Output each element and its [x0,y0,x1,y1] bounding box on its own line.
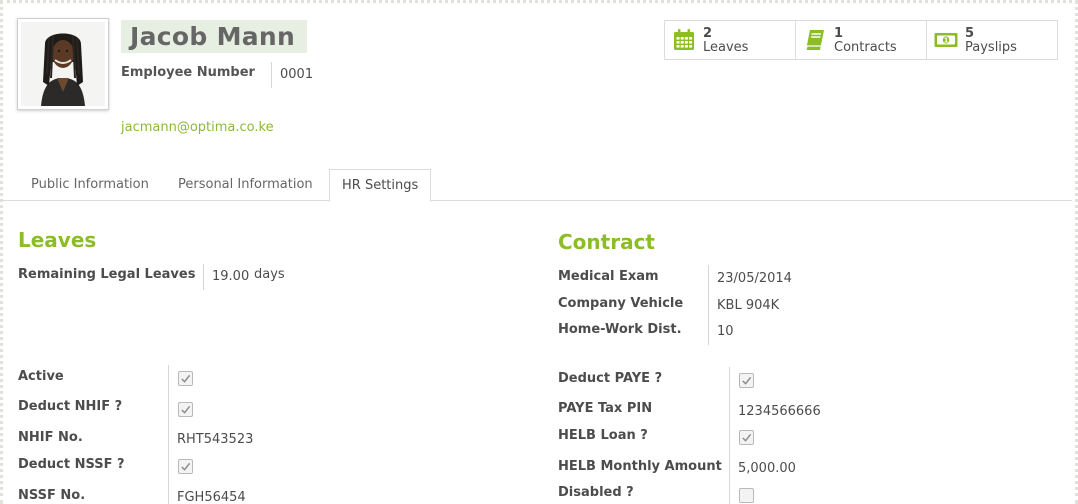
divider [729,367,730,504]
contracts-smart-button[interactable]: 1 Contracts [796,21,927,59]
employee-email-link[interactable]: jacmann@optima.co.ke [121,120,274,135]
leaves-smart-button[interactable]: 2 Leaves [665,21,796,59]
payslips-label: Payslips [965,40,1017,55]
disabled-label: Disabled ? [558,485,634,500]
tab-hr-settings[interactable]: HR Settings [329,169,432,202]
checkmark-icon [742,433,752,442]
paye-tax-pin-value[interactable]: 1234566666 [738,404,821,419]
divider [708,265,709,345]
helb-monthly-amount-label: HELB Monthly Amount [558,459,722,474]
helb-loan-checkbox[interactable] [739,430,754,445]
disabled-checkbox[interactable] [739,488,754,503]
divider [203,264,204,290]
home-work-distance-value[interactable]: 10 [717,324,734,339]
deduct-nhif-label: Deduct NHIF ? [18,399,123,414]
contracts-count: 1 [834,26,844,41]
remaining-leaves-value[interactable]: 19.00 [212,269,249,284]
employee-number-value[interactable]: 0001 [280,67,313,82]
deduct-paye-label: Deduct PAYE ? [558,371,663,386]
smart-buttons: 2 Leaves 1 Contracts 1 5 Payslips [664,20,1058,60]
deduct-nhif-checkbox[interactable] [178,402,193,417]
checkmark-icon [181,405,191,414]
leaves-section-title: Leaves [18,228,97,252]
paye-tax-pin-label: PAYE Tax PIN [558,401,653,416]
avatar-image [21,22,105,106]
active-checkbox[interactable] [178,371,193,386]
contracts-label: Contracts [834,40,897,55]
divider [271,62,272,88]
medical-exam-label: Medical Exam [558,269,659,284]
tab-personal-information[interactable]: Personal Information [166,169,325,201]
deduct-paye-checkbox[interactable] [739,373,754,388]
svg-text:1: 1 [944,37,949,45]
book-icon [805,30,824,51]
company-vehicle-value[interactable]: KBL 904K [717,298,779,313]
company-vehicle-label: Company Vehicle [558,296,684,311]
divider [168,365,169,504]
checkmark-icon [742,376,752,385]
notebook-tabs: Public Information Personal Information … [0,169,1072,202]
leaves-count: 2 [703,26,713,41]
helb-monthly-amount-value[interactable]: 5,000.00 [738,461,796,476]
payslips-count: 5 [965,26,975,41]
checkmark-icon [181,462,191,471]
money-icon: 1 [934,33,958,47]
checkmark-icon [181,374,191,383]
payslips-smart-button[interactable]: 1 5 Payslips [927,21,1057,59]
contract-section-title: Contract [558,230,655,254]
nssf-number-label: NSSF No. [18,488,86,503]
deduct-nssf-checkbox[interactable] [178,459,193,474]
medical-exam-value[interactable]: 23/05/2014 [717,271,792,286]
leaves-label: Leaves [703,40,749,55]
nhif-number-label: NHIF No. [18,430,83,445]
helb-loan-label: HELB Loan ? [558,428,648,443]
calendar-icon [674,29,694,50]
home-work-distance-label: Home-Work Dist. [558,322,682,337]
deduct-nssf-label: Deduct NSSF ? [18,457,125,472]
employee-photo[interactable] [17,18,109,110]
remaining-leaves-unit: days [254,267,285,282]
nhif-number-value[interactable]: RHT543523 [177,432,253,447]
nssf-number-value[interactable]: FGH56454 [177,490,246,504]
tab-public-information[interactable]: Public Information [19,169,161,201]
remaining-leaves-label: Remaining Legal Leaves [18,267,196,282]
active-label: Active [18,369,64,384]
employee-number-label: Employee Number [121,65,255,80]
employee-name[interactable]: Jacob Mann [121,20,308,53]
